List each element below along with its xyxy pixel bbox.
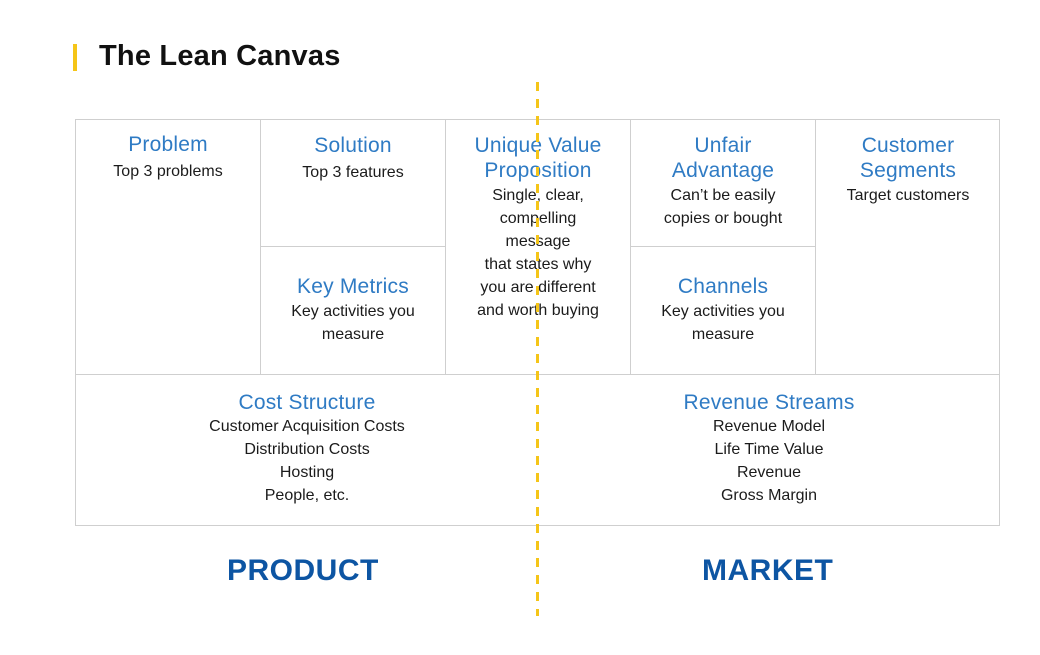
cell-text: Top 3 features <box>302 164 404 181</box>
cell-problem: Problem Top 3 problems <box>76 120 261 374</box>
cell-text: Distribution Costs <box>244 441 370 458</box>
cell-heading: Cost Structure <box>238 391 376 414</box>
cell-text: Revenue Model <box>712 418 826 435</box>
cell-solution: Solution Top 3 features <box>261 120 446 247</box>
cell-text: Key activities you <box>291 303 415 320</box>
cell-text: Target customers <box>846 187 970 204</box>
heading-line: Segments <box>859 159 957 182</box>
cell-text: Key activities you <box>661 303 785 320</box>
cell-heading: Unfair Advantage <box>631 133 815 183</box>
cell-customer-segments: Customer Segments Target customers <box>816 120 1000 374</box>
cell-text: Life Time Value <box>714 441 824 458</box>
market-label: MARKET <box>702 554 834 587</box>
cell-heading: Problem <box>128 133 208 156</box>
cell-channels: Channels Key activities you measure <box>631 247 816 374</box>
cell-unfair-advantage: Unfair Advantage Can’t be easily copies … <box>631 120 816 247</box>
cell-text: Top 3 problems <box>113 163 223 180</box>
cell-cost-structure: Cost Structure Customer Acquisition Cost… <box>76 374 538 526</box>
cell-heading: Channels <box>677 275 769 298</box>
cell-revenue-streams: Revenue Streams Revenue Model Life Time … <box>538 374 1000 526</box>
cell-text: Revenue <box>736 464 802 481</box>
cell-text: Gross Margin <box>720 487 818 504</box>
cell-heading: Solution <box>314 134 392 157</box>
heading-line: Unfair <box>694 134 752 157</box>
cell-text: Customer Acquisition Costs <box>209 418 405 435</box>
title-accent-bar <box>73 44 77 71</box>
heading-line: Customer <box>861 134 955 157</box>
cell-text: measure <box>321 326 385 343</box>
product-market-divider <box>536 82 539 616</box>
cell-text: People, etc. <box>264 487 350 504</box>
cell-text: Can’t be easily <box>670 187 776 204</box>
cell-text: Hosting <box>279 464 335 481</box>
cell-key-metrics: Key Metrics Key activities you measure <box>261 247 446 374</box>
cell-text: copies or bought <box>663 210 783 227</box>
cell-text: measure <box>691 326 755 343</box>
cell-heading: Customer Segments <box>816 133 1000 183</box>
cell-heading: Revenue Streams <box>683 391 855 414</box>
product-label: PRODUCT <box>227 554 379 587</box>
page-title: The Lean Canvas <box>99 40 341 72</box>
heading-line: Advantage <box>671 159 775 182</box>
cell-heading: Key Metrics <box>297 275 409 298</box>
